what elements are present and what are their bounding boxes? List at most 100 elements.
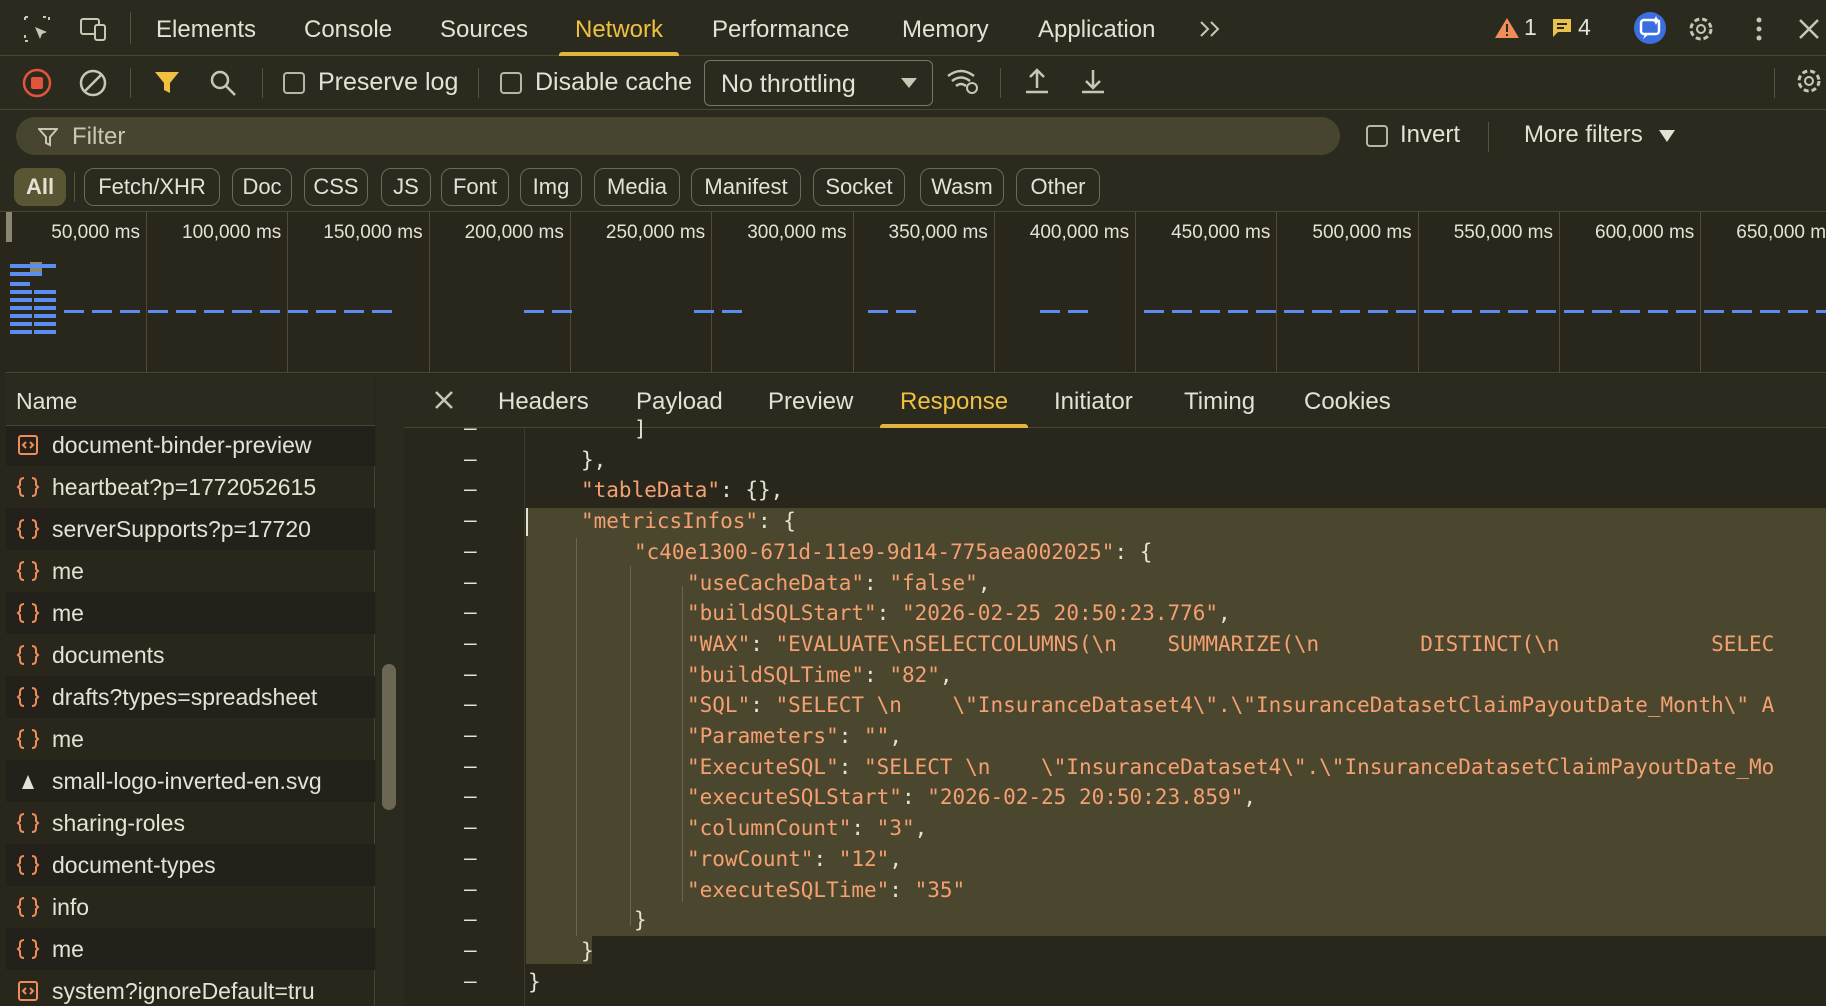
timeline-request-bar (552, 310, 572, 313)
preserve-log-checkbox[interactable] (283, 72, 305, 94)
tab-network[interactable]: Network (559, 0, 680, 56)
device-toolbar-icon[interactable] (78, 14, 108, 44)
import-har-icon[interactable] (1022, 66, 1052, 96)
request-row[interactable]: me (6, 928, 375, 970)
filter-funnel-small-icon (38, 128, 58, 147)
type-filter-manifest[interactable]: Manifest (691, 168, 801, 206)
tab-performance[interactable]: Performance (712, 0, 849, 56)
type-filter-all[interactable]: All (14, 168, 66, 206)
timeline-request-bar (1396, 310, 1416, 313)
inspect-element-icon[interactable] (22, 14, 52, 44)
json-key: "buildSQLStart" (687, 601, 877, 626)
json-punctuation: : (864, 662, 890, 687)
type-filter-wasm[interactable]: Wasm (920, 168, 1004, 206)
timeline-request-bar (1144, 310, 1164, 313)
json-value: "2026-02-25 20:50:23.776" (901, 601, 1219, 626)
tab-preview[interactable]: Preview (768, 374, 853, 428)
request-row[interactable]: sharing-roles (6, 802, 375, 844)
response-line: }, (581, 445, 606, 475)
type-filter-img[interactable]: Img (520, 168, 582, 206)
invert-checkbox[interactable] (1366, 125, 1388, 147)
filter-funnel-icon[interactable] (152, 68, 182, 98)
timeline-request-bar (1592, 310, 1612, 313)
filter-input[interactable]: Filter (16, 117, 1340, 155)
settings-gear-icon[interactable] (1686, 14, 1716, 44)
tab-payload[interactable]: Payload (636, 374, 723, 428)
tab-response-label: Response (900, 388, 1009, 415)
request-row[interactable]: documents (6, 634, 375, 676)
request-row[interactable]: heartbeat?p=1772052615 (6, 466, 375, 508)
close-devtools-icon[interactable] (1794, 14, 1824, 44)
response-line: "tableData": {}, (581, 475, 783, 505)
timeline-request-bar (120, 310, 140, 313)
warnings-badge[interactable]: 1 (1494, 14, 1537, 41)
disable-cache-label: Disable cache (535, 68, 693, 96)
tab-timing[interactable]: Timing (1184, 374, 1255, 428)
json-punctuation: , (889, 846, 902, 871)
messages-badge[interactable]: 4 (1550, 14, 1591, 41)
more-tabs-icon[interactable] (1196, 14, 1226, 44)
request-row[interactable]: document-types (6, 844, 375, 886)
timeline-request-bar (1284, 310, 1304, 313)
request-row[interactable]: me (6, 718, 375, 760)
throttling-select[interactable]: No throttling (704, 60, 933, 106)
type-filter-socket[interactable]: Socket (813, 168, 905, 206)
request-row[interactable]: me (6, 592, 375, 634)
type-filter-font[interactable]: Font (441, 168, 509, 206)
close-detail-icon[interactable] (432, 388, 456, 412)
text-cursor (526, 508, 528, 536)
type-filter-fetch-xhr[interactable]: Fetch/XHR (84, 168, 220, 206)
warnings-count: 1 (1524, 14, 1537, 40)
tab-headers[interactable]: Headers (498, 374, 589, 428)
request-row[interactable]: document-binder-preview (6, 424, 375, 466)
timeline-request-bar (232, 310, 252, 313)
more-options-icon[interactable] (1744, 14, 1774, 44)
tab-network-label: Network (575, 16, 664, 43)
type-filter-other[interactable]: Other (1016, 168, 1100, 206)
disable-cache-checkbox[interactable] (500, 72, 522, 94)
clear-icon[interactable] (78, 68, 108, 98)
json-value: "12" (838, 846, 890, 871)
type-filter-css[interactable]: CSS (304, 168, 368, 206)
request-row[interactable]: info (6, 886, 375, 928)
network-conditions-icon[interactable] (946, 66, 980, 96)
tab-initiator[interactable]: Initiator (1054, 374, 1133, 428)
requests-scrollbar[interactable] (382, 664, 396, 810)
line-gutter-marker: – (464, 753, 477, 778)
timeline-request-bar (176, 310, 196, 313)
request-row[interactable]: small-logo-inverted-en.svg (6, 760, 375, 802)
timeline-request-bar (1256, 310, 1276, 313)
export-har-icon[interactable] (1078, 66, 1108, 96)
timeline-request-bar (694, 310, 714, 313)
tab-sources[interactable]: Sources (440, 0, 528, 56)
type-filter-media[interactable]: Media (594, 168, 680, 206)
search-icon[interactable] (208, 68, 238, 98)
document-request-icon (16, 433, 40, 457)
column-name-header[interactable]: Name (16, 388, 77, 415)
json-punctuation: } (581, 938, 594, 963)
request-row[interactable]: serverSupports?p=17720 (6, 508, 375, 550)
request-name: me (52, 936, 84, 962)
tab-application[interactable]: Application (1038, 0, 1155, 56)
more-filters-dropdown[interactable]: More filters (1524, 121, 1676, 149)
tab-console[interactable]: Console (304, 0, 392, 56)
network-settings-gear-icon[interactable] (1794, 66, 1824, 96)
tab-response[interactable]: Response (880, 374, 1029, 428)
stop-recording-icon[interactable] (22, 68, 52, 98)
request-row[interactable]: me (6, 550, 375, 592)
tab-cookies[interactable]: Cookies (1304, 374, 1391, 428)
json-value: "SELECT \n \"InsuranceDataset4\".\"Insur… (864, 754, 1775, 779)
request-name: me (52, 558, 84, 584)
tab-elements[interactable]: Elements (156, 0, 256, 56)
request-row[interactable]: drafts?types=spreadsheet (6, 676, 375, 718)
type-filter-doc[interactable]: Doc (232, 168, 292, 206)
type-filter-js[interactable]: JS (381, 168, 431, 206)
timeline-request-bar (1068, 310, 1088, 313)
tab-memory[interactable]: Memory (902, 0, 989, 56)
ai-assistant-icon[interactable] (1632, 10, 1668, 46)
response-line: ] (634, 414, 647, 444)
more-filters-label: More filters (1524, 121, 1643, 148)
request-row[interactable]: system?ignoreDefault=tru (6, 970, 375, 1006)
json-punctuation: , (1243, 785, 1256, 810)
json-value: "" (864, 724, 890, 748)
